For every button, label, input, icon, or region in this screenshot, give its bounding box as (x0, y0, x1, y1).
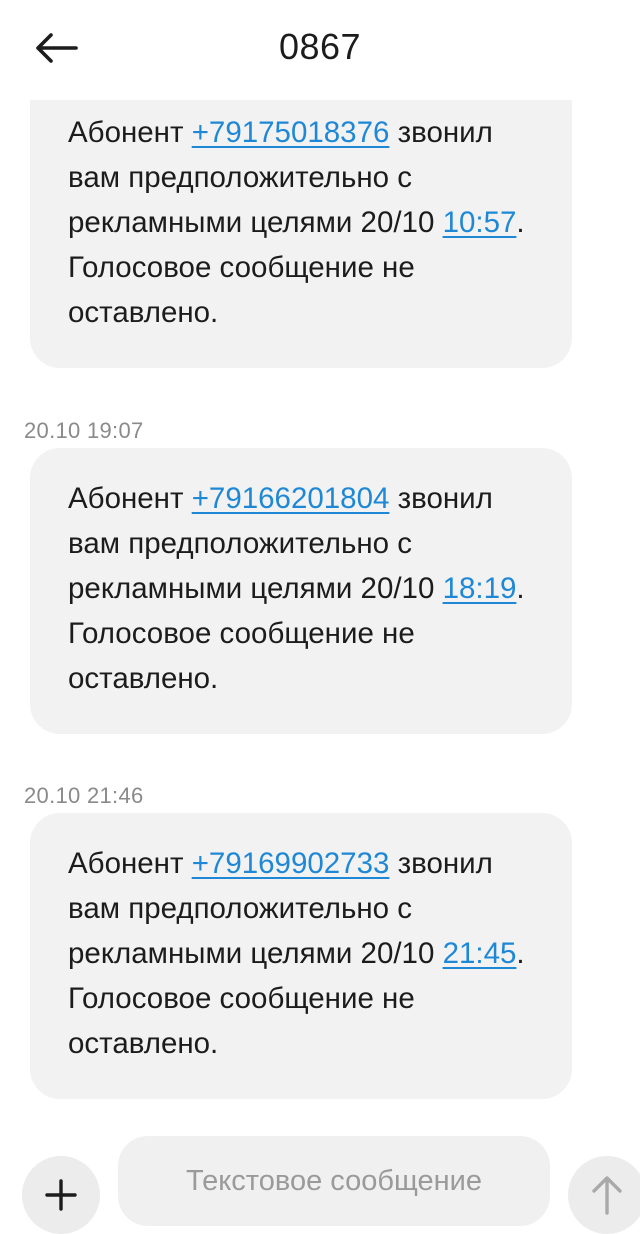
app-header: 0867 (0, 0, 640, 100)
composer-bar: Текстовое сообщение (0, 1126, 640, 1234)
message-thread[interactable]: Абонент +79175018376 звонил вам предполо… (0, 0, 640, 1224)
message-bubble[interactable]: Абонент +79166201804 звонил вам предполо… (30, 448, 572, 734)
phone-link[interactable]: +79166201804 (192, 482, 390, 515)
message-input[interactable]: Текстовое сообщение (118, 1136, 550, 1226)
message-timestamp: 20.10 19:07 (24, 418, 144, 443)
message-bubble[interactable]: Абонент +79175018376 звонил вам предполо… (30, 70, 572, 368)
message-prefix: Абонент (68, 847, 192, 880)
add-attachment-button[interactable] (22, 1156, 100, 1234)
time-link[interactable]: 10:57 (443, 206, 517, 239)
time-link[interactable]: 21:45 (443, 937, 517, 970)
conversation-title: 0867 (278, 26, 362, 67)
message-timestamp: 20.10 21:46 (24, 783, 144, 808)
plus-icon (45, 1179, 77, 1211)
message-text: Абонент +79169902733 звонил вам предполо… (68, 841, 542, 1066)
message-prefix: Абонент (68, 482, 192, 515)
message-bubble[interactable]: Абонент +79169902733 звонил вам предполо… (30, 813, 572, 1099)
message-text: Абонент +79175018376 звонил вам предполо… (68, 110, 542, 335)
send-button[interactable] (568, 1156, 640, 1234)
message-prefix: Абонент (68, 116, 192, 149)
phone-link[interactable]: +79169902733 (192, 847, 390, 880)
time-link[interactable]: 18:19 (443, 572, 517, 605)
message-text: Абонент +79166201804 звонил вам предполо… (68, 476, 542, 701)
arrow-up-icon (592, 1176, 622, 1215)
phone-link[interactable]: +79175018376 (192, 116, 390, 149)
